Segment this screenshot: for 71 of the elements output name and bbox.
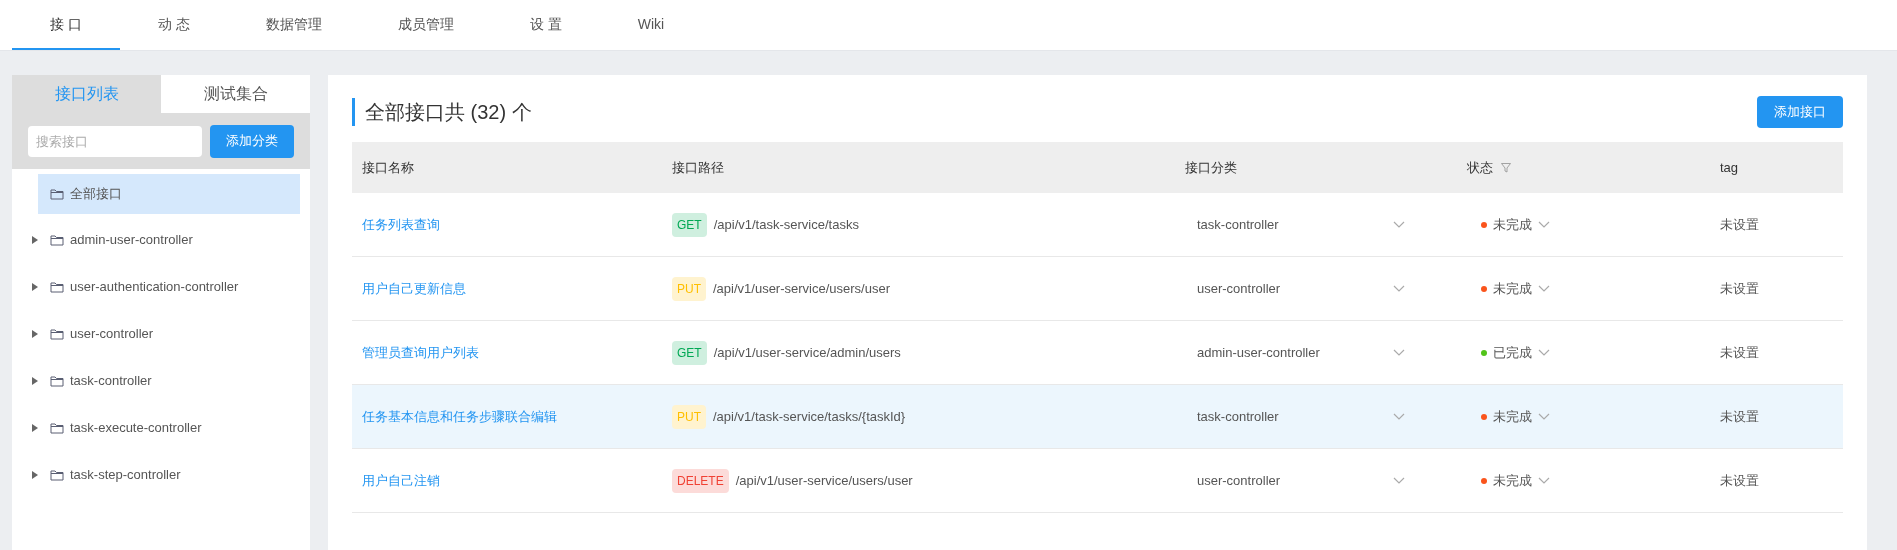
column-header: 接口名称 xyxy=(362,158,414,177)
tree-item[interactable]: admin-user-controller xyxy=(24,216,298,263)
folder-icon xyxy=(50,233,64,246)
category-select[interactable]: user-controller xyxy=(1185,470,1405,491)
chevron-down-icon xyxy=(1538,284,1550,293)
tree-item-label: admin-user-controller xyxy=(70,230,193,249)
category-select[interactable]: task-controller xyxy=(1185,214,1405,235)
method-badge: GET xyxy=(672,212,707,237)
tag-value: 未设置 xyxy=(1720,343,1760,362)
tree-item[interactable]: 全部接口 xyxy=(38,174,300,214)
tree-item-label: user-authentication-controller xyxy=(70,277,239,296)
method-badge: PUT xyxy=(672,404,706,429)
search-field[interactable]: 搜索接口 xyxy=(28,125,202,157)
nav-tab[interactable]: 数据管理 xyxy=(227,0,360,50)
nav-tab[interactable]: Wiki xyxy=(599,0,703,50)
nav-tab[interactable]: 成员管理 xyxy=(359,0,492,50)
chevron-down-icon xyxy=(1538,348,1550,357)
column-header: tag xyxy=(1720,158,1739,177)
status-select[interactable]: 已完成 xyxy=(1467,342,1720,363)
tree-item-label: task-controller xyxy=(70,371,152,390)
api-path: /api/v1/user-service/users/user xyxy=(713,279,890,298)
api-path: /api/v1/task-service/tasks/{taskId} xyxy=(713,407,906,426)
column-header: 接口分类 xyxy=(1185,158,1237,177)
tree-item[interactable]: user-authentication-controller xyxy=(24,263,298,310)
column-header: 接口路径 xyxy=(672,158,724,177)
column-header: 状态 xyxy=(1467,158,1493,177)
nav-tab[interactable]: 接 口 xyxy=(12,0,120,50)
folder-icon xyxy=(50,327,64,340)
tree-item[interactable]: user-controller xyxy=(24,310,298,357)
tag-value: 未设置 xyxy=(1720,471,1760,490)
folder-icon xyxy=(50,468,64,481)
status-select[interactable]: 未完成 xyxy=(1467,470,1720,491)
tree-item-label: user-controller xyxy=(70,324,154,343)
tree-item[interactable]: task-execute-controller xyxy=(24,404,298,451)
folder-icon xyxy=(50,421,64,434)
status-select[interactable]: 未完成 xyxy=(1467,214,1720,235)
nav-tab[interactable]: 设 置 xyxy=(491,0,600,50)
category-select[interactable]: user-controller xyxy=(1185,278,1405,299)
tree-item-label: task-step-controller xyxy=(70,465,181,484)
category-select[interactable]: admin-user-controller xyxy=(1185,342,1405,363)
api-path: /api/v1/task-service/tasks xyxy=(713,215,859,234)
tag-value: 未设置 xyxy=(1720,215,1760,234)
method-badge: DELETE xyxy=(672,468,729,493)
api-path: /api/v1/user-service/users/user xyxy=(735,471,913,490)
status-select[interactable]: 未完成 xyxy=(1467,278,1720,299)
chevron-down-icon xyxy=(1393,220,1405,229)
table-row[interactable]: 任务基本信息和任务步骤联合编辑 PUT /api/v1/task-service/tasks/{taskId} task-controller 未完成 未设置 xyxy=(352,385,1843,449)
tree-item-label: 全部接口 xyxy=(70,185,122,204)
folder-icon xyxy=(50,280,64,293)
page-title: 全部接口共 (32) 个 xyxy=(352,97,532,126)
chevron-down-icon xyxy=(1393,412,1405,421)
category-select[interactable]: task-controller xyxy=(1185,406,1405,427)
tree-item[interactable]: task-step-controller xyxy=(24,451,298,498)
chevron-down-icon xyxy=(1538,220,1550,229)
tag-value: 未设置 xyxy=(1720,407,1760,426)
tag-value: 未设置 xyxy=(1720,279,1760,298)
tree-item-label: task-execute-controller xyxy=(70,418,202,437)
chevron-down-icon xyxy=(1393,348,1405,357)
chevron-down-icon xyxy=(1393,284,1405,293)
nav-tab[interactable]: 动 态 xyxy=(119,0,228,50)
chevron-down-icon xyxy=(1538,412,1550,421)
folder-icon xyxy=(50,374,64,387)
status-select[interactable]: 未完成 xyxy=(1467,406,1720,427)
chevron-down-icon xyxy=(1538,476,1550,485)
folder-icon xyxy=(50,188,64,200)
chevron-down-icon xyxy=(1393,476,1405,485)
method-badge: PUT xyxy=(672,276,706,301)
api-path: /api/v1/user-service/admin/users xyxy=(713,343,901,362)
filter-icon[interactable] xyxy=(1501,162,1511,173)
tree-item[interactable]: task-controller xyxy=(24,357,298,404)
method-badge: GET xyxy=(672,340,707,365)
